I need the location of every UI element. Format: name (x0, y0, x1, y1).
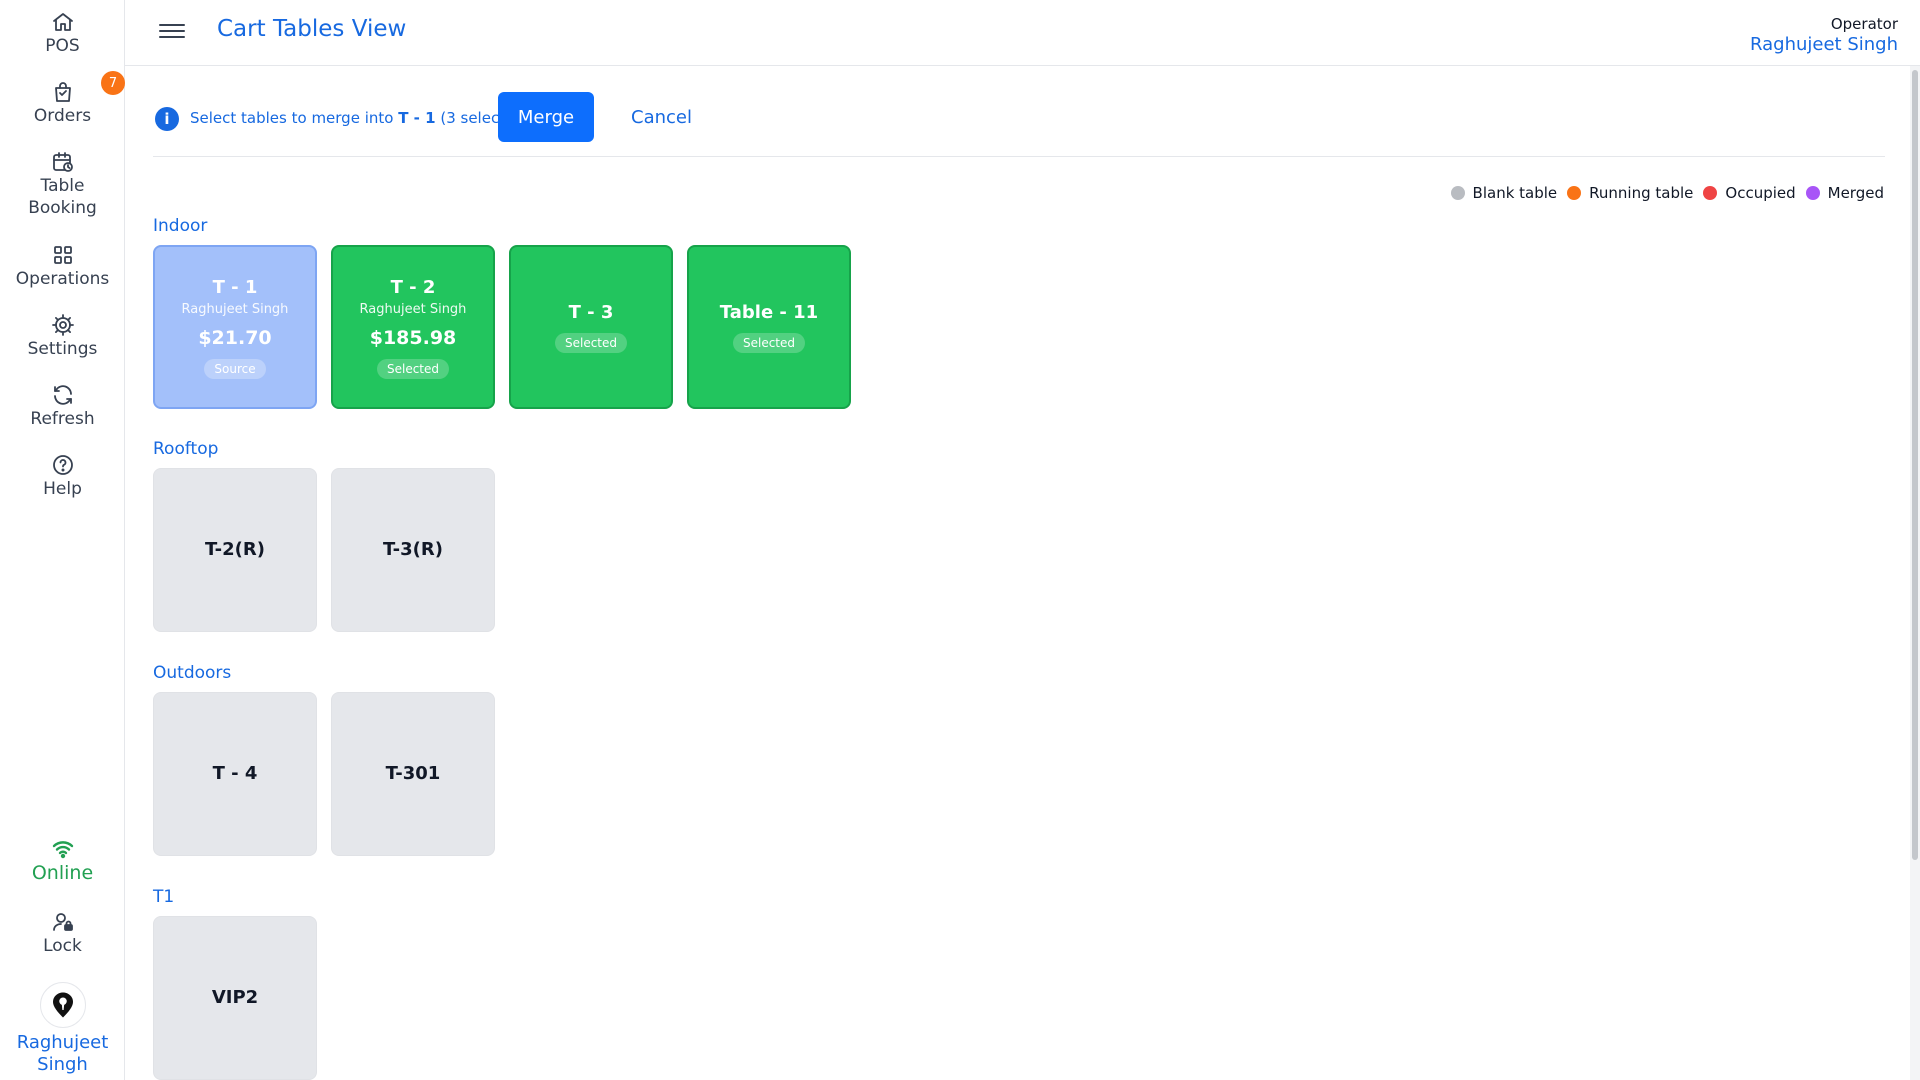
sidebar-item-label: Refresh (30, 409, 95, 429)
sidebar-item-table-booking[interactable]: Table Booking (0, 150, 125, 219)
scrollbar-thumb[interactable] (1912, 70, 1918, 860)
sidebar-item-operations[interactable]: Operations (0, 243, 125, 290)
sidebar-item-label: Lock (43, 936, 82, 956)
merge-message-prefix: Select tables to merge into (190, 109, 394, 127)
sidebar-item-lock[interactable]: Lock (0, 910, 125, 957)
status-label: Online (31, 862, 94, 884)
table-name: T - 2 (390, 276, 436, 298)
status-badge: Selected (732, 333, 806, 353)
table-name: T - 4 (212, 763, 258, 784)
sidebar-item-label: Table Booking (28, 176, 97, 218)
home-icon (52, 13, 73, 31)
legend-dot (1450, 186, 1465, 200)
legend-dot (1567, 186, 1582, 200)
shopping-bag-icon (54, 82, 71, 102)
table-name: T-2(R) (205, 539, 265, 560)
table-card-t4[interactable]: T - 4 (153, 692, 317, 856)
orders-count-badge: 7 (101, 71, 125, 95)
table-amount: $21.70 (198, 326, 272, 349)
gear-icon (51, 314, 74, 336)
table-card-t3[interactable]: T - 3 Selected (509, 245, 673, 409)
legend-dot (1703, 186, 1718, 200)
legend-label: Occupied (1725, 184, 1796, 202)
sidebar: POS Orders 7 Table Booking Operations Se… (0, 0, 125, 1080)
table-name: T-3(R) (383, 539, 443, 560)
legend-item-running: Running table (1567, 184, 1693, 202)
operator-info: Operator Raghujeet Singh (1750, 15, 1898, 56)
sidebar-item-settings[interactable]: Settings (0, 313, 125, 360)
table-card-t301[interactable]: T-301 (331, 692, 495, 856)
table-card-vip2[interactable]: VIP2 (153, 916, 317, 1080)
avatar (39, 982, 86, 1028)
legend-item-merged: Merged (1805, 184, 1884, 202)
user-lock-icon (52, 913, 73, 931)
legend-label: Blank table (1472, 184, 1558, 202)
table-name: Table - 11 (719, 302, 819, 323)
section-title-t1: T1 (153, 887, 175, 907)
merge-target: T - 1 (398, 109, 436, 127)
user-profile[interactable]: Raghujeet Singh (0, 982, 125, 1076)
sidebar-item-pos[interactable]: POS (0, 10, 125, 57)
section-title-rooftop: Rooftop (153, 439, 219, 459)
legend-item-occupied: Occupied (1703, 184, 1796, 202)
calendar-clock-icon (52, 152, 73, 172)
legend-label: Merged (1827, 184, 1884, 202)
refresh-icon (53, 385, 72, 405)
table-card-t1[interactable]: T - 1 Raghujeet Singh $21.70 Source (153, 245, 317, 409)
info-icon: i (155, 107, 179, 131)
sidebar-item-help[interactable]: Help (0, 453, 125, 500)
sidebar-item-label: POS (45, 36, 80, 56)
table-name: VIP2 (211, 987, 259, 1008)
table-operator: Raghujeet Singh (359, 301, 467, 317)
status-badge: Source (204, 358, 266, 379)
table-name: T - 1 (212, 276, 258, 298)
page-title: Cart Tables View (217, 16, 407, 42)
section-title-indoor: Indoor (153, 216, 208, 236)
table-card-t2r[interactable]: T-2(R) (153, 468, 317, 632)
header: Cart Tables View Operator Raghujeet Sing… (125, 0, 1920, 66)
table-card-t2[interactable]: T - 2 Raghujeet Singh $185.98 Selected (331, 245, 495, 409)
connection-status: Online (0, 837, 125, 884)
merge-button[interactable]: Merge (498, 92, 594, 142)
table-name: T - 3 (568, 302, 614, 323)
table-card-table-11[interactable]: Table - 11 Selected (687, 245, 851, 409)
merge-message: Select tables to merge into T - 1 (3 sel… (190, 107, 530, 129)
menu-icon[interactable] (159, 20, 185, 44)
operator-label: Operator (1830, 15, 1898, 33)
status-badge: Selected (376, 358, 450, 379)
user-name: Raghujeet Singh (16, 1032, 109, 1075)
table-name: T-301 (385, 763, 441, 784)
grid-icon (53, 246, 72, 264)
legend-dot (1805, 186, 1820, 200)
sidebar-item-label: Help (43, 479, 82, 499)
section-title-outdoors: Outdoors (153, 663, 232, 683)
merge-bar: i Select tables to merge into T - 1 (3 s… (153, 92, 1885, 157)
sidebar-item-label: Operations (15, 269, 110, 289)
legend-label: Running table (1589, 184, 1694, 202)
wifi-icon (52, 841, 73, 859)
sidebar-item-label: Orders (33, 106, 92, 126)
status-badge: Selected (554, 333, 628, 353)
table-amount: $185.98 (369, 326, 457, 349)
legend: Blank table Running table Occupied Merge… (1450, 184, 1884, 202)
sidebar-item-label: Settings (27, 339, 98, 359)
table-operator: Raghujeet Singh (181, 301, 289, 317)
avatar-logo-icon (52, 992, 73, 1018)
cancel-button[interactable]: Cancel (619, 92, 704, 142)
sidebar-item-refresh[interactable]: Refresh (0, 383, 125, 430)
help-circle-icon (52, 455, 73, 475)
operator-name: Raghujeet Singh (1750, 34, 1898, 55)
table-card-t3r[interactable]: T-3(R) (331, 468, 495, 632)
legend-item-blank: Blank table (1450, 184, 1558, 202)
